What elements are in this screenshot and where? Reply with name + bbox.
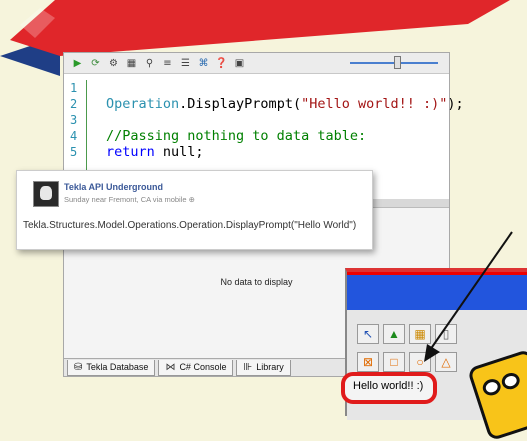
cartoon-eye	[480, 376, 503, 398]
status-bar-highlight: Hello world!! :)	[341, 372, 437, 404]
prompt-status-text: Hello world!! :)	[353, 380, 424, 392]
pointer-arrow	[424, 231, 513, 362]
cartoon-eye	[499, 370, 522, 392]
